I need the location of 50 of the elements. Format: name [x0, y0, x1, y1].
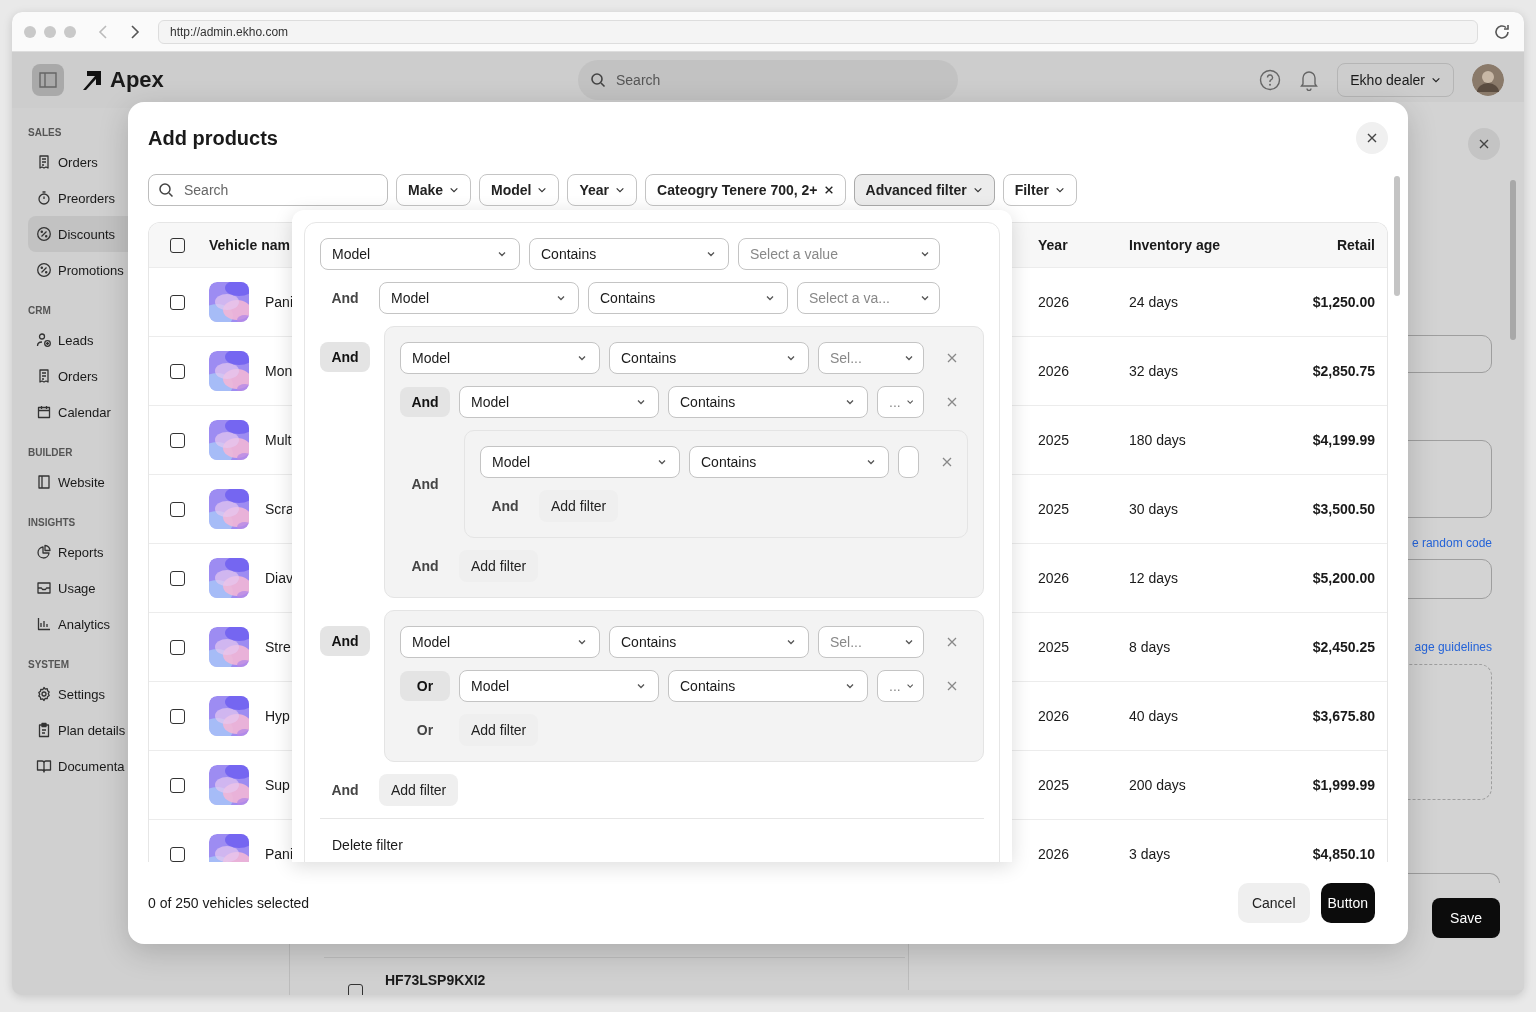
retail-price-cell: $2,850.75	[1312, 363, 1375, 379]
retail-price-cell: $1,999.99	[1312, 777, 1375, 793]
section-heading: BUILDER	[28, 446, 73, 460]
connector-label: Or	[415, 722, 435, 738]
year-cell: 2025	[1038, 432, 1070, 448]
year-cell: 2026	[1038, 846, 1070, 862]
vehicle-name: Mon	[265, 363, 293, 379]
vehicle-name: Hyp	[265, 708, 290, 724]
section-heading: SYSTEM	[28, 658, 70, 672]
year-cell: 2025	[1038, 501, 1070, 517]
inventory-age-cell: 32 days	[1129, 363, 1179, 379]
vehicle-name: Stre	[265, 639, 291, 655]
retail-price-cell: $1,250.00	[1312, 294, 1375, 310]
vehicle-name: Mult	[265, 432, 292, 448]
section-heading: CRM	[28, 304, 51, 318]
connector-label: And	[410, 476, 440, 492]
connector-label: And	[330, 290, 360, 306]
year-cell: 2026	[1038, 708, 1070, 724]
vehicle-name: Pani	[265, 294, 294, 310]
year-cell: 2025	[1038, 639, 1070, 655]
selection-count: 0 of 250 vehicles selected	[148, 895, 310, 911]
retail-price-cell: $2,450.25	[1312, 639, 1375, 655]
inventory-age-cell: 180 days	[1129, 432, 1186, 448]
inventory-age-cell: 200 days	[1129, 777, 1186, 793]
retail-price-cell: $4,199.99	[1312, 432, 1375, 448]
inventory-age-cell: 3 days	[1129, 846, 1171, 862]
retail-price-cell: $4,850.10	[1312, 846, 1375, 862]
brand-name: Apex	[110, 67, 164, 93]
vehicle-name: Diav	[265, 570, 293, 586]
dialog-title: Add products	[148, 126, 278, 150]
retail-price-cell: $5,200.00	[1312, 570, 1375, 586]
retail-price-cell: $3,500.50	[1312, 501, 1375, 517]
year-cell: 2026	[1038, 363, 1070, 379]
year-cell: 2025	[1038, 777, 1070, 793]
inventory-age-cell: 40 days	[1129, 708, 1179, 724]
retail-price-cell: $3,675.80	[1312, 708, 1375, 724]
discount-code: HF73LSP9KXI2	[385, 972, 486, 988]
year-cell: 2026	[1038, 570, 1070, 586]
year-cell: 2026	[1038, 294, 1070, 310]
inventory-age-cell: 30 days	[1129, 501, 1179, 517]
section-heading: SALES	[28, 126, 62, 140]
vehicle-name: Sup	[265, 777, 290, 793]
inventory-age-cell: 24 days	[1129, 294, 1179, 310]
inventory-age-cell: 8 days	[1129, 639, 1171, 655]
connector-label: And	[490, 498, 520, 514]
vehicle-name: Pani	[265, 846, 294, 862]
section-heading: INSIGHTS	[28, 516, 76, 530]
connector-label: And	[330, 782, 360, 798]
connector-label: And	[410, 558, 440, 574]
inventory-age-cell: 12 days	[1129, 570, 1179, 586]
